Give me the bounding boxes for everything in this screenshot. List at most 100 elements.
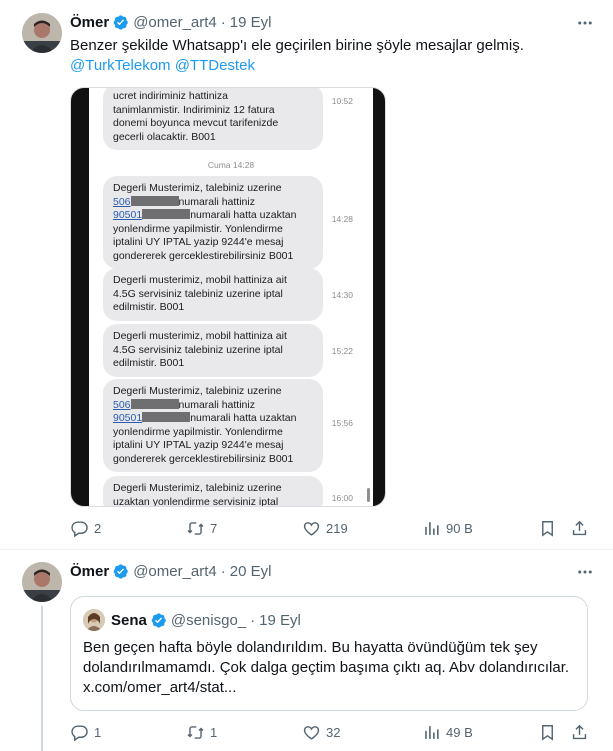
sms-line: gecerli olacaktir. B001 [113, 130, 216, 143]
quoted-user-handle[interactable]: @senisgo_ [171, 612, 246, 629]
avatar[interactable] [22, 562, 62, 602]
verified-badge-icon [113, 563, 128, 579]
thread-line [41, 606, 43, 751]
sms-time: 15:22 [331, 346, 353, 356]
tweet[interactable]: Ömer @omer_art4 · 19 Eyl Benzer şekilde … [0, 0, 613, 550]
heart-icon [303, 521, 320, 536]
sms-time: 16:00 [331, 493, 353, 503]
repost-button[interactable]: 1 [186, 723, 217, 742]
display-name[interactable]: Ömer [70, 563, 109, 580]
sms-bubble: Degerli Musterimiz, talebiniz uzerine uz… [103, 476, 323, 506]
quoted-tweet-date[interactable]: 19 Eyl [259, 612, 301, 629]
sms-line: gondererek gerceklestirebilirsiniz B001 [113, 452, 294, 465]
bookmark-button[interactable] [538, 723, 557, 742]
sms-line: donemi boyunca mevcut tarifenizde [113, 117, 279, 129]
user-handle[interactable]: @omer_art4 [133, 14, 217, 31]
sms-line: Degerli musterimiz, mobil hattiniza ait [113, 274, 287, 286]
views-button[interactable]: 49 B [422, 723, 473, 742]
tweet-date[interactable]: 19 Eyl [230, 14, 272, 31]
sms-line: ucret indiriminiz hattiniza [113, 90, 228, 102]
avatar[interactable] [22, 13, 62, 53]
avatar-photo [22, 13, 62, 53]
separator-dot: · [250, 611, 256, 629]
sms-line: edilmistir. B001 [113, 357, 185, 369]
sms-number-link: 90501 [113, 412, 143, 424]
user-handle[interactable]: @omer_art4 [133, 563, 217, 580]
like-button[interactable]: 219 [302, 519, 348, 538]
quoted-tweet[interactable]: Sena @senisgo_ · 19 Eyl Ben geçen hafta … [70, 596, 588, 711]
sms-line: gondererek gerceklestirebilirsiniz B001 [113, 249, 294, 262]
tweet-image[interactable]: ucret indiriminiz hattiniza tanimlanmist… [70, 87, 386, 507]
sms-time: 10:52 [331, 96, 353, 106]
sms-number-link: 90501 [113, 209, 143, 221]
sms-line: 506 numarali hattiniz [113, 398, 313, 413]
redacted-block [130, 195, 179, 206]
tweet[interactable]: Ömer @omer_art4 · 20 Eyl Sena @senisgo_ … [0, 551, 613, 751]
more-options-button[interactable] [575, 13, 595, 33]
sms-bubble: Degerli musterimiz, mobil hattiniza ait … [103, 268, 323, 321]
sms-time: 14:28 [331, 214, 353, 224]
repost-icon [187, 725, 204, 739]
tweet-date[interactable]: 20 Eyl [230, 563, 272, 580]
mention-link[interactable]: @TTDestek [175, 57, 255, 74]
sms-line: 90501 numarali hatta uzaktan [113, 412, 313, 426]
redacted-block [130, 398, 179, 409]
sms-line: yonlendirme yapilmistir. Yonlendirme [113, 222, 283, 235]
quoted-display-name[interactable]: Sena [111, 612, 147, 629]
share-button[interactable] [570, 519, 589, 538]
sms-screenshot: ucret indiriminiz hattiniza tanimlanmist… [89, 88, 373, 506]
sms-time: 14:30 [331, 290, 353, 300]
sms-line: Degerli Musterimiz, talebiniz uzerine [113, 385, 282, 397]
redacted-block [142, 209, 191, 219]
views-button[interactable]: 90 B [422, 519, 473, 538]
heart-icon [303, 725, 320, 740]
reply-button[interactable]: 2 [70, 519, 101, 538]
more-horizontal-icon [578, 570, 592, 574]
reply-button[interactable]: 1 [70, 723, 101, 742]
reply-icon [71, 520, 88, 537]
sms-time: 15:56 [331, 418, 353, 428]
separator-dot: · [220, 562, 226, 580]
repost-icon [187, 521, 204, 535]
quoted-avatar[interactable] [83, 609, 105, 631]
reply-count: 2 [94, 520, 102, 536]
sms-bubble: Degerli Musterimiz, talebiniz uzerine 50… [103, 379, 323, 472]
sms-text: numarali hattiniz [178, 195, 255, 208]
like-button[interactable]: 32 [302, 723, 340, 742]
tweet-header: Ömer @omer_art4 · 19 Eyl [70, 12, 271, 32]
sms-text: numarali hattiniz [178, 398, 255, 411]
sms-line: iptalini UY IPTAL yazip 9244'e mesaj [113, 439, 284, 451]
sms-line: 506 numarali hattiniz [113, 195, 313, 210]
sms-line: tanimlanmistir. Indiriminiz 12 fatura [113, 103, 275, 116]
more-horizontal-icon [578, 21, 592, 25]
share-button[interactable] [570, 723, 589, 742]
tweet-body: Benzer şekilde Whatsapp'ı ele geçirilen … [70, 37, 524, 54]
tweet-header: Ömer @omer_art4 · 20 Eyl [70, 561, 271, 581]
reply-count: 1 [94, 724, 102, 740]
sms-bubble: Degerli musterimiz, mobil hattiniza ait … [103, 324, 323, 377]
sms-bubble: ucret indiriminiz hattiniza tanimlanmist… [103, 88, 323, 150]
sms-line: 4.5G servisiniz talebiniz uzerine iptal [113, 287, 283, 300]
sms-line: 90501 numarali hatta uzaktan [113, 209, 313, 223]
views-count: 49 B [446, 724, 473, 740]
repost-count: 7 [210, 520, 218, 536]
sms-text: numarali hatta uzaktan [190, 209, 297, 221]
display-name[interactable]: Ömer [70, 14, 109, 31]
avatar-photo [83, 609, 105, 631]
sms-line: iptalini UY IPTAL yazip 9244'e mesaj [113, 236, 284, 248]
share-icon [572, 724, 587, 739]
sms-line: Degerli Musterimiz, talebiniz uzerine [113, 182, 282, 194]
more-options-button[interactable] [575, 562, 595, 582]
repost-button[interactable]: 7 [186, 519, 217, 538]
bookmark-button[interactable] [538, 519, 557, 538]
sms-day-label: Cuma 14:28 [207, 160, 255, 170]
bookmark-icon [542, 724, 553, 741]
sms-line: edilmistir. B001 [113, 301, 185, 313]
sms-number-link: 506 [113, 195, 131, 208]
quoted-tweet-header: Sena @senisgo_ · 19 Eyl [111, 610, 301, 630]
like-count: 219 [326, 520, 348, 536]
sms-scrollbar [367, 488, 370, 502]
sms-line: Degerli musterimiz, mobil hattiniza ait [113, 330, 287, 342]
mention-link[interactable]: @TurkTelekom [70, 57, 171, 74]
bookmark-icon [542, 520, 553, 537]
